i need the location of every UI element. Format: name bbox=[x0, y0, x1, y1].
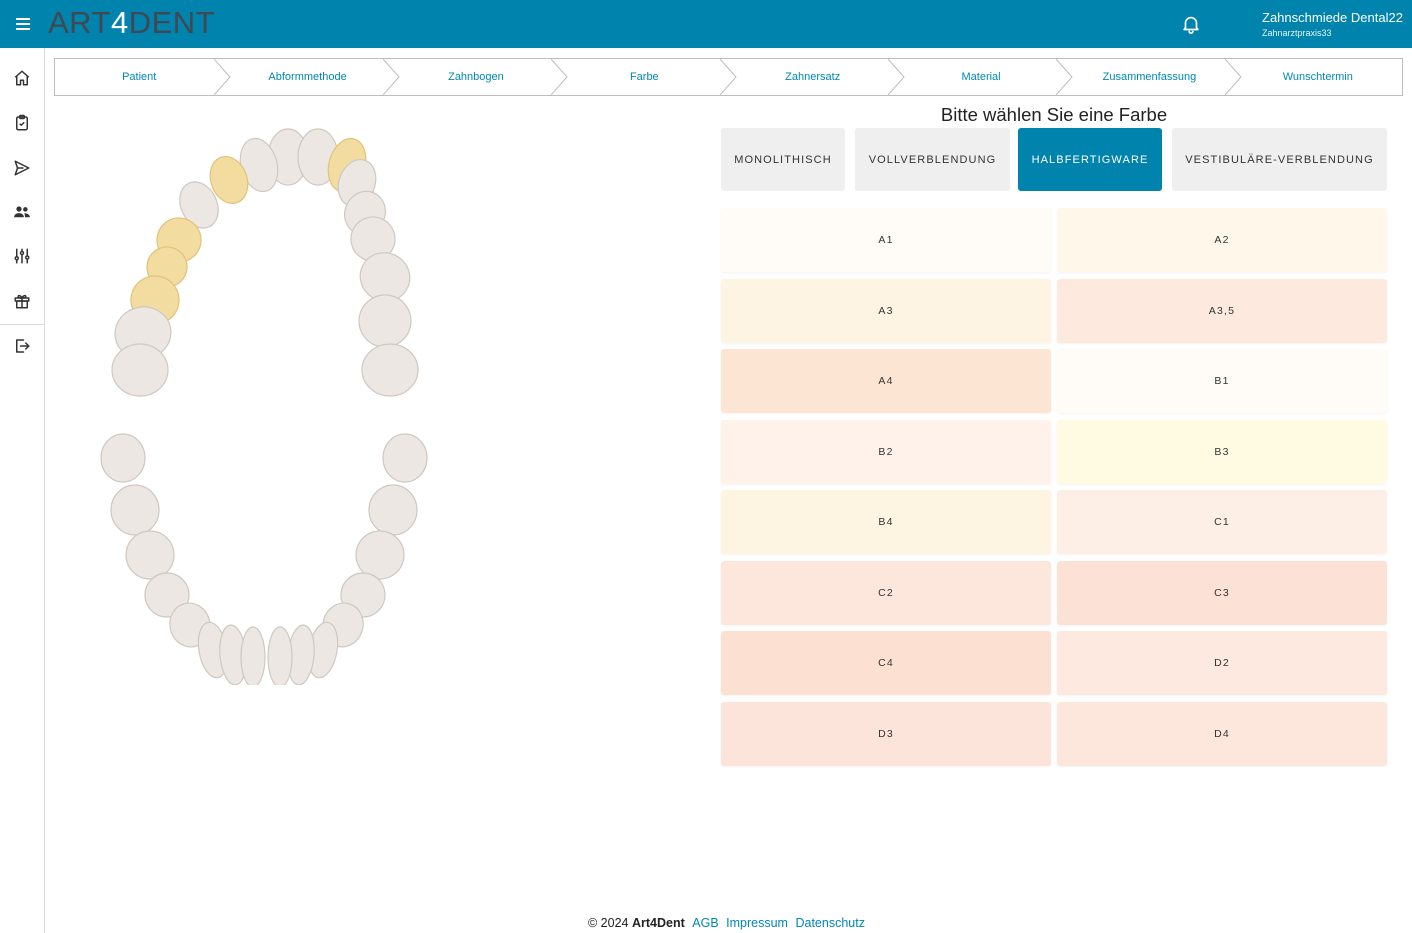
tooth-lower-1[interactable] bbox=[100, 433, 146, 483]
tooth-lower-9[interactable] bbox=[382, 433, 428, 483]
sidebar-item-logout[interactable] bbox=[0, 324, 44, 368]
shade-option-a1[interactable]: A1 bbox=[721, 208, 1051, 272]
shade-option-a2[interactable]: A2 bbox=[1057, 208, 1387, 272]
gift-icon bbox=[14, 294, 30, 309]
step-material[interactable]: Material bbox=[897, 59, 1073, 95]
shade-option-d2[interactable]: D2 bbox=[1057, 631, 1387, 695]
tooth-upper-16[interactable] bbox=[355, 291, 415, 351]
tooth-upper-9[interactable] bbox=[111, 343, 169, 397]
shade-option-c4[interactable]: C4 bbox=[721, 631, 1051, 695]
menu-icon[interactable] bbox=[12, 12, 34, 34]
send-icon bbox=[14, 160, 30, 176]
tooth-lower-3[interactable] bbox=[125, 530, 175, 580]
shade-option-b1[interactable]: B1 bbox=[1057, 349, 1387, 413]
sidebar-item-send[interactable] bbox=[0, 146, 44, 190]
footer-brand: Art4Dent bbox=[631, 916, 685, 930]
tooth-lower-11[interactable] bbox=[355, 530, 405, 580]
users-icon bbox=[14, 206, 30, 218]
dental-chart bbox=[100, 128, 428, 685]
notification-bell-icon[interactable] bbox=[1180, 13, 1202, 35]
sidebar-item-orders[interactable] bbox=[0, 101, 44, 145]
shade-option-d3[interactable]: D3 bbox=[721, 701, 1051, 766]
step-wunschtermin[interactable]: Wunschtermin bbox=[1234, 59, 1402, 95]
step-zahnersatz[interactable]: Zahnersatz bbox=[729, 59, 905, 95]
user-profile[interactable]: Zahnschmiede Dental22 Zahnarztpraxis33 bbox=[1262, 10, 1403, 39]
tooth-lower-8[interactable] bbox=[240, 626, 266, 685]
user-name: Zahnschmiede Dental22 bbox=[1262, 10, 1403, 25]
shade-option-b2[interactable]: B2 bbox=[721, 419, 1051, 484]
tooth-lower-2[interactable] bbox=[110, 484, 160, 536]
home-icon bbox=[14, 70, 30, 86]
shade-option-d4[interactable]: D4 bbox=[1057, 701, 1387, 766]
shade-option-a3[interactable]: A3 bbox=[721, 278, 1051, 343]
tooth-upper-17[interactable] bbox=[361, 343, 419, 397]
step-patient[interactable]: Patient bbox=[55, 59, 232, 95]
type-button-vollverblendung[interactable]: VOLLVERBLENDUNG bbox=[855, 128, 1010, 191]
sidebar-item-gift[interactable] bbox=[0, 279, 44, 323]
footer-link-datenschutz[interactable]: Datenschutz bbox=[795, 916, 864, 930]
step-abformmethode[interactable]: Abformmethode bbox=[223, 59, 400, 95]
shade-option-a4[interactable]: A4 bbox=[721, 349, 1051, 413]
app-logo[interactable]: ART4DENT bbox=[48, 6, 215, 40]
sidebar bbox=[0, 48, 45, 933]
type-button-vestibulaere-verblendung[interactable]: VESTIBULÄRE-VERBLENDUNG bbox=[1172, 128, 1387, 191]
tooth-lower-10[interactable] bbox=[368, 484, 418, 536]
type-button-halbfertigware[interactable]: HALBFERTIGWARE bbox=[1018, 128, 1162, 191]
sidebar-item-home[interactable] bbox=[0, 56, 44, 100]
shade-option-c3[interactable]: C3 bbox=[1057, 560, 1387, 625]
shade-option-b3[interactable]: B3 bbox=[1057, 419, 1387, 484]
clipboard-check-icon bbox=[16, 114, 28, 131]
tooth-lower-16[interactable] bbox=[267, 626, 293, 685]
order-stepper: Patient Abformmethode Zahnbogen Farbe Za… bbox=[54, 58, 1403, 96]
step-zahnbogen[interactable]: Zahnbogen bbox=[392, 59, 568, 95]
page-heading: Bitte wählen Sie eine Farbe bbox=[940, 104, 1168, 125]
sliders-icon bbox=[14, 248, 30, 264]
footer-link-agb[interactable]: AGB bbox=[692, 916, 718, 930]
sidebar-item-users[interactable] bbox=[0, 190, 44, 234]
user-practice: Zahnarztpraxis33 bbox=[1262, 28, 1332, 38]
shade-option-a3-5[interactable]: A3,5 bbox=[1057, 278, 1387, 343]
type-button-monolithisch[interactable]: MONOLITHISCH bbox=[721, 128, 845, 191]
step-zusammenfassung[interactable]: Zusammenfassung bbox=[1065, 59, 1242, 95]
top-app-bar: ART4DENT Zahnschmiede Dental22 Zahnarztp… bbox=[0, 0, 1412, 48]
sidebar-item-settings[interactable] bbox=[0, 234, 44, 278]
shade-option-c2[interactable]: C2 bbox=[721, 560, 1051, 625]
footer-link-impressum[interactable]: Impressum bbox=[726, 916, 788, 930]
shade-option-b4[interactable]: B4 bbox=[721, 490, 1051, 554]
footer: © 2024 Art4Dent AGB Impressum Datenschut… bbox=[588, 916, 865, 930]
logout-icon bbox=[16, 339, 30, 353]
step-farbe[interactable]: Farbe bbox=[560, 59, 737, 95]
shade-option-c1[interactable]: C1 bbox=[1057, 490, 1387, 554]
